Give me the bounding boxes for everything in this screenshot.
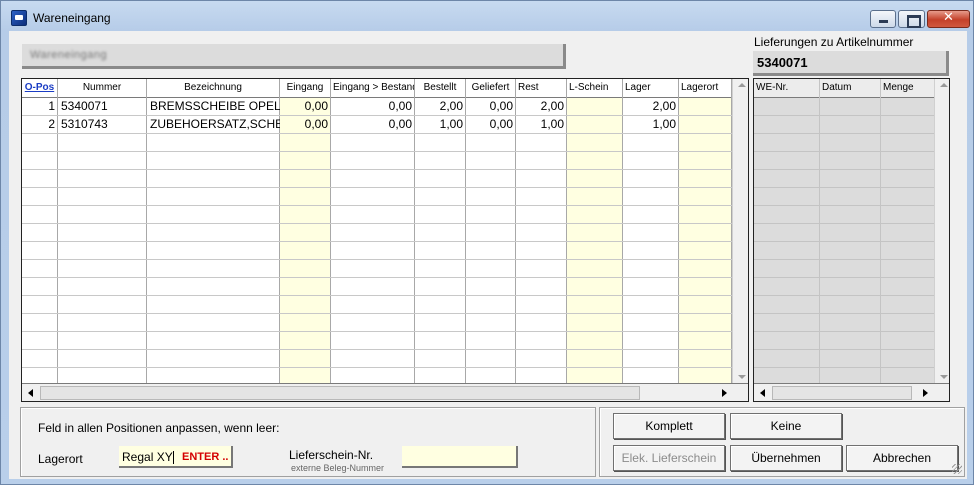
cell-lager[interactable]: 2,00 bbox=[623, 98, 679, 115]
scroll-right-icon[interactable] bbox=[722, 389, 727, 397]
column-header-menge[interactable]: Menge bbox=[881, 79, 938, 98]
lieferschein-input[interactable] bbox=[402, 446, 518, 468]
cell-opos[interactable]: 1 bbox=[22, 98, 58, 115]
article-number-field: 5340071 bbox=[753, 51, 949, 76]
column-header-rest[interactable]: Rest bbox=[516, 79, 566, 98]
lagerort-input[interactable]: Regal XY ENTER .. bbox=[119, 446, 233, 468]
bulk-edit-label: Feld in allen Positionen anpassen, wenn … bbox=[38, 421, 280, 435]
cell-lagerort[interactable] bbox=[679, 116, 732, 133]
minimize-icon[interactable] bbox=[870, 10, 896, 28]
lagerort-text: Regal XY bbox=[122, 450, 173, 464]
supplier-header-text: Wareneingang bbox=[30, 49, 108, 61]
scroll-up-icon[interactable] bbox=[738, 83, 746, 87]
cell-rest[interactable]: 1,00 bbox=[516, 116, 567, 133]
title-bar: Wareneingang ✕ bbox=[1, 1, 973, 29]
uebernehmen-button[interactable]: Übernehmen bbox=[730, 445, 842, 471]
lagerort-label: Lagerort bbox=[38, 452, 83, 466]
scroll-left-icon[interactable] bbox=[28, 389, 33, 397]
scrollbar-thumb[interactable] bbox=[40, 386, 640, 400]
bulk-edit-panel: Feld in allen Positionen anpassen, wenn … bbox=[20, 407, 596, 477]
cell-eingang-bestand[interactable]: 0,00 bbox=[331, 98, 415, 115]
cell-geliefert[interactable]: 0,00 bbox=[466, 116, 516, 133]
maximize-icon[interactable] bbox=[898, 10, 925, 28]
column-header-we-nr[interactable]: WE-Nr. bbox=[754, 79, 819, 98]
scroll-up-icon[interactable] bbox=[940, 83, 948, 87]
column-header-eingang-bestand[interactable]: Eingang > Bestand bbox=[331, 79, 414, 98]
lieferschein-label: Lieferschein-Nr. bbox=[289, 448, 374, 462]
cell-bestellt[interactable]: 2,00 bbox=[415, 98, 466, 115]
window: Wareneingang ✕ Wareneingang Lieferungen … bbox=[0, 0, 974, 485]
scroll-right-icon[interactable] bbox=[923, 389, 928, 397]
column-header-eingang[interactable]: Eingang bbox=[280, 79, 330, 98]
column-header-opos[interactable]: O-Pos bbox=[22, 79, 57, 98]
text-caret bbox=[172, 451, 174, 465]
elek-lieferschein-button[interactable]: Elek. Lieferschein bbox=[613, 445, 725, 471]
client-area: Wareneingang Lieferungen zu Artikelnumme… bbox=[9, 31, 967, 479]
app-icon bbox=[11, 10, 27, 26]
cell-eingang[interactable]: 0,00 bbox=[280, 116, 331, 133]
abbrechen-button[interactable]: Abbrechen bbox=[846, 445, 958, 471]
action-buttons-panel: Komplett Keine Elek. Lieferschein Überne… bbox=[599, 407, 965, 477]
column-menge: Menge bbox=[881, 79, 939, 383]
cell-eingang-bestand[interactable]: 0,00 bbox=[331, 116, 415, 133]
resize-grip-icon[interactable] bbox=[952, 464, 962, 474]
column-header-geliefert[interactable]: Geliefert bbox=[466, 79, 515, 98]
deliveries-grid[interactable]: WE-Nr. Datum Menge bbox=[753, 78, 950, 402]
vertical-scrollbar[interactable] bbox=[732, 79, 748, 383]
column-header-datum[interactable]: Datum bbox=[820, 79, 880, 98]
column-header-lschein[interactable]: L-Schein bbox=[567, 79, 622, 98]
cell-geliefert[interactable]: 0,00 bbox=[466, 98, 516, 115]
column-header-lagerort[interactable]: Lagerort bbox=[679, 79, 731, 98]
komplett-button[interactable]: Komplett bbox=[613, 413, 725, 439]
horizontal-scrollbar[interactable] bbox=[22, 383, 748, 401]
cell-lagerort[interactable] bbox=[679, 98, 732, 115]
vertical-scrollbar[interactable] bbox=[934, 79, 949, 383]
close-icon[interactable]: ✕ bbox=[927, 10, 970, 28]
enter-hint: ENTER .. bbox=[182, 451, 229, 463]
keine-button[interactable]: Keine bbox=[730, 413, 842, 439]
window-title: Wareneingang bbox=[33, 11, 111, 25]
lagerort-value[interactable]: Regal XY bbox=[122, 450, 174, 465]
scrollbar-thumb[interactable] bbox=[772, 386, 912, 400]
positions-grid[interactable]: O-Pos Nummer Bezeichnung Eingang Eingang… bbox=[21, 78, 749, 402]
cell-bezeichnung[interactable]: BREMSSCHEIBE OPEL bbox=[147, 98, 280, 115]
article-number-value: 5340071 bbox=[757, 55, 808, 70]
cell-nummer[interactable]: 5340071 bbox=[58, 98, 147, 115]
cell-opos[interactable]: 2 bbox=[22, 116, 58, 133]
cell-bestellt[interactable]: 1,00 bbox=[415, 116, 466, 133]
cell-lager[interactable]: 1,00 bbox=[623, 116, 679, 133]
column-header-bezeichnung[interactable]: Bezeichnung bbox=[147, 79, 279, 98]
horizontal-scrollbar[interactable] bbox=[754, 383, 949, 401]
lieferschein-sublabel: externe Beleg-Nummer bbox=[291, 463, 385, 473]
cell-lschein[interactable] bbox=[567, 116, 623, 133]
column-header-bestellt[interactable]: Bestellt bbox=[415, 79, 465, 98]
scroll-left-icon[interactable] bbox=[760, 389, 765, 397]
cell-rest[interactable]: 2,00 bbox=[516, 98, 567, 115]
scroll-down-icon[interactable] bbox=[940, 375, 948, 379]
cell-nummer[interactable]: 5310743 bbox=[58, 116, 147, 133]
cell-eingang[interactable]: 0,00 bbox=[280, 98, 331, 115]
cell-bezeichnung[interactable]: ZUBEHOERSATZ,SCHE bbox=[147, 116, 280, 133]
scroll-down-icon[interactable] bbox=[738, 375, 746, 379]
supplier-header-field: Wareneingang bbox=[22, 44, 566, 69]
lieferungen-label: Lieferungen zu Artikelnummer bbox=[754, 35, 914, 49]
column-datum: Datum bbox=[820, 79, 881, 383]
column-we-nr: WE-Nr. bbox=[754, 79, 820, 383]
cell-lschein[interactable] bbox=[567, 98, 623, 115]
column-header-lager[interactable]: Lager bbox=[623, 79, 678, 98]
column-header-nummer[interactable]: Nummer bbox=[58, 79, 146, 98]
